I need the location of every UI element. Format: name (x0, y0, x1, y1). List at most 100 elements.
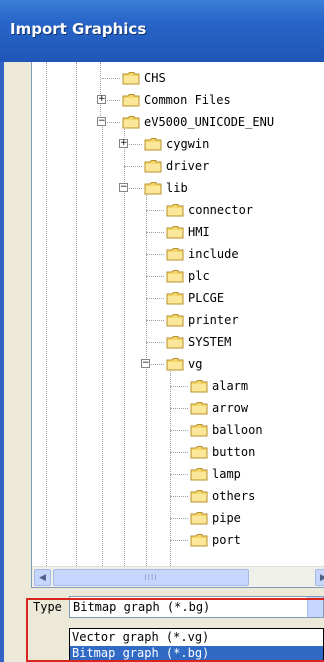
tree-node[interactable]: printer (166, 310, 239, 330)
tree-node[interactable]: others (190, 486, 255, 506)
tree-guide-line (170, 452, 188, 453)
folder-icon (190, 467, 208, 481)
tree-node[interactable]: connector (166, 200, 253, 220)
window-title: Import Graphics (10, 20, 147, 38)
scroll-right-button[interactable]: ▶ (315, 569, 324, 586)
window-left-border (0, 62, 4, 662)
tree-guide-line (146, 210, 164, 211)
horizontal-scroll-thumb[interactable]: IIII (53, 569, 249, 586)
tree-node-label: include (188, 247, 239, 261)
tree-guide-line (170, 540, 188, 541)
folder-icon (190, 533, 208, 547)
tree-node[interactable]: Common Files (122, 90, 231, 110)
tree-node-label: cygwin (166, 137, 210, 151)
tree-node-label: plc (188, 269, 210, 283)
tree-node[interactable]: lamp (190, 464, 241, 484)
folder-icon (122, 71, 140, 85)
tree-node-label: button (212, 445, 256, 459)
folder-icon (144, 159, 162, 173)
folder-icon (166, 225, 184, 239)
tree-node[interactable]: pipe (190, 508, 241, 528)
tree-node-label: lib (166, 181, 188, 195)
tree-guide-line (170, 474, 188, 475)
tree-guide-line (102, 78, 120, 79)
tree-node-label: lamp (212, 467, 241, 481)
tree-guide-line (170, 518, 188, 519)
tree-node-label: PLCGE (188, 291, 225, 305)
tree-node[interactable]: balloon (190, 420, 263, 440)
tree-guide-line (170, 364, 171, 566)
tree-guide-line (170, 386, 188, 387)
tree-node[interactable]: port (190, 530, 241, 550)
folder-icon (190, 511, 208, 525)
tree-node-label: driver (166, 159, 210, 173)
tree-node[interactable]: cygwin (144, 134, 209, 154)
scroll-left-arrow-icon: ◀ (39, 572, 46, 583)
folder-icon (166, 247, 184, 261)
folder-icon (144, 181, 162, 195)
tree-guide-line (170, 496, 188, 497)
folder-icon (144, 137, 162, 151)
tree-node-label: alarm (212, 379, 249, 393)
tree-guide-line (100, 62, 101, 118)
tree-node-label: arrow (212, 401, 249, 415)
folder-icon (122, 115, 140, 129)
expand-icon[interactable]: + (97, 95, 106, 104)
tree-guide-line (170, 430, 188, 431)
tree-guide-line (146, 276, 164, 277)
tree-guide-line (170, 408, 188, 409)
expand-icon[interactable]: + (119, 139, 128, 148)
collapse-icon[interactable]: − (97, 117, 106, 126)
folder-icon (166, 203, 184, 217)
tree-guide-line (146, 342, 164, 343)
tree-node-label: balloon (212, 423, 263, 437)
tree-node-label: HMI (188, 225, 210, 239)
tree-node[interactable]: alarm (190, 376, 248, 396)
tree-node-label: SYSTEM (188, 335, 232, 349)
tree-guide-line (102, 118, 103, 566)
tree-node[interactable]: vg (166, 354, 202, 374)
folder-icon (122, 93, 140, 107)
tree-node-label: others (212, 489, 256, 503)
tree-guide-line (124, 166, 142, 167)
folder-icon (190, 401, 208, 415)
folder-icon (166, 335, 184, 349)
scroll-right-arrow-icon: ▶ (320, 573, 324, 583)
tree-node[interactable]: plc (166, 266, 210, 286)
tree-node[interactable]: eV5000_UNICODE_ENU (122, 112, 274, 132)
tree-node-label: Common Files (144, 93, 231, 107)
tree-node[interactable]: include (166, 244, 239, 264)
folder-icon (190, 445, 208, 459)
title-bar[interactable]: Import Graphics (0, 0, 324, 62)
tree-node-label: pipe (212, 511, 241, 525)
tree-node-label: port (212, 533, 241, 547)
tree-node[interactable]: HMI (166, 222, 210, 242)
tree-node[interactable]: arrow (190, 398, 248, 418)
tree-guide-line (146, 254, 164, 255)
tree-node-label: CHS (144, 71, 166, 85)
annotation-highlight-box (26, 598, 324, 662)
folder-icon (166, 357, 184, 371)
tree-guide-line (146, 188, 147, 566)
scroll-left-button[interactable]: ◀ (34, 569, 51, 586)
tree-node[interactable]: button (190, 442, 255, 462)
tree-node[interactable]: lib (144, 178, 188, 198)
folder-icon (190, 423, 208, 437)
tree-node[interactable]: driver (144, 156, 209, 176)
collapse-icon[interactable]: − (119, 183, 128, 192)
folder-icon (190, 379, 208, 393)
collapse-icon[interactable]: − (141, 359, 150, 368)
folder-icon (166, 269, 184, 283)
tree-guide-line (46, 62, 47, 566)
tree-guide-line (146, 298, 164, 299)
tree-node-label: printer (188, 313, 239, 327)
tree-node-label: eV5000_UNICODE_ENU (144, 115, 275, 129)
folder-tree[interactable]: CHS Common Files + eV5000_UNICODE_ENU − cygwi… (31, 62, 324, 588)
tree-node[interactable]: PLCGE (166, 288, 224, 308)
horizontal-scrollbar[interactable]: ◀ IIII ▶ (32, 566, 324, 587)
tree-node[interactable]: SYSTEM (166, 332, 231, 352)
folder-icon (190, 489, 208, 503)
tree-node[interactable]: CHS (122, 68, 166, 88)
tree-node-label: connector (188, 203, 254, 217)
tree-guide-line (76, 62, 77, 566)
